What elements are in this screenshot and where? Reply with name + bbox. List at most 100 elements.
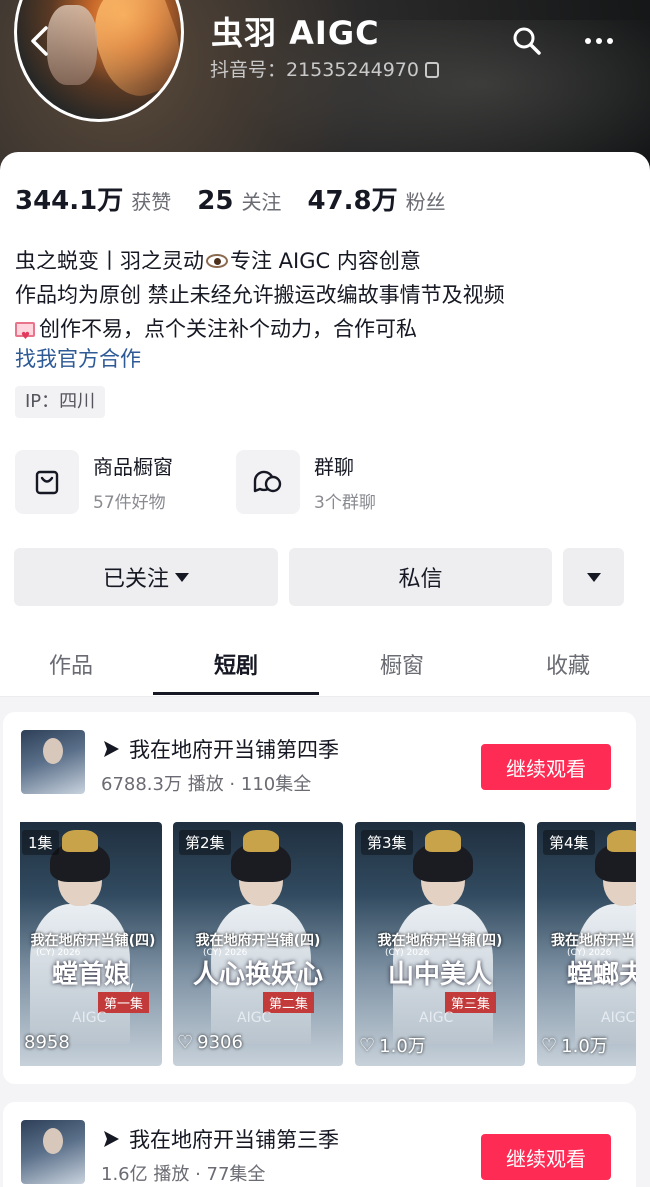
stat-followers-label: 粉丝	[405, 190, 446, 214]
drama-cover[interactable]	[21, 730, 85, 794]
profile-card: 344.1万 获赞 25 关注 47.8万 粉丝 虫之蜕变丨羽之灵动 专注 AIG…	[0, 152, 650, 697]
episode-likes: ♡ 1.0万	[541, 1032, 608, 1058]
episode-series-text: 我在地府开当铺(四)	[377, 933, 503, 949]
episode-likes-count: 1.0万	[561, 1036, 608, 1057]
heart-icon: ♡	[177, 1032, 194, 1053]
heart-icon: ♡	[359, 1034, 376, 1056]
drama-title-text: 我在地府开当铺第三季	[129, 1128, 339, 1152]
douyin-id: 抖音号：21535244970	[210, 55, 439, 82]
copy-icon[interactable]	[424, 62, 439, 78]
episode-subtitle: 山中美人	[387, 960, 492, 990]
episode-subtitle: 人心换妖心	[192, 960, 323, 990]
search-icon[interactable]	[512, 26, 542, 56]
bio-line-1: 虫之蜕变丨羽之灵动 专注 AIGC 内容创意	[15, 244, 505, 278]
profile-tabs: 作品 短剧 橱窗 收藏	[0, 630, 650, 697]
caret-down-icon	[586, 572, 601, 582]
episode-subtitle: 螳首娘	[51, 960, 130, 990]
episode-aigc-mark: AIGC	[419, 1010, 454, 1026]
bio-line-2: 作品均为原创 禁止未经允许搬运改编故事情节及视频	[15, 283, 505, 307]
episode-likes: ♡ 1.0万	[359, 1032, 426, 1058]
bio-line-1b: 专注 AIGC 内容创意	[230, 249, 421, 273]
active-tab-indicator	[153, 692, 319, 695]
feature-showcase[interactable]: 商品橱窗 57件好物	[15, 450, 173, 514]
episode-label: 第2集	[179, 830, 231, 855]
shopping-bag-icon	[15, 450, 79, 514]
stat-following-label: 关注	[241, 190, 282, 214]
stat-likes[interactable]: 344.1万 获赞	[15, 180, 171, 217]
crown-art	[607, 830, 636, 852]
stat-likes-label: 获赞	[131, 190, 172, 214]
episode-aigc-mark: AIGC	[72, 1010, 107, 1026]
episode-label: 第4集	[543, 830, 595, 855]
episode-card[interactable]: 第3集 我在地府开当铺(四) (CY) 2026 山中美人 / 第三集 AIGC…	[355, 822, 525, 1066]
caret-down-icon	[175, 572, 189, 582]
more-actions-button[interactable]	[563, 548, 624, 606]
drama-cover[interactable]	[21, 1120, 85, 1184]
drama-item[interactable]: 我在地府开当铺第三季 1.6亿 播放 · 77集全 继续观看	[3, 1102, 636, 1187]
stat-followers-value: 47.8万	[307, 186, 398, 216]
profile-name: 虫羽 AIGC	[211, 14, 380, 52]
feature-showcase-text: 商品橱窗 57件好物	[93, 451, 173, 513]
avatar[interactable]	[14, 0, 184, 122]
episode-card[interactable]: 1集 我在地府开当铺(四) (CY) 2026 螳首娘 / 第一集 AIGC 8…	[20, 822, 162, 1066]
episode-series-text: 我在地府开当	[551, 933, 635, 949]
eye-emoji-icon	[206, 254, 228, 268]
episode-likes-count: 1.0万	[379, 1036, 426, 1057]
bio-line-3: 创作不易，点个关注补个动力，合作可私	[15, 312, 505, 354]
episode-card[interactable]: 第2集 我在地府开当铺(四) (CY) 2026 人心换妖心 / 第二集 AIG…	[173, 822, 343, 1066]
crown-art	[425, 830, 461, 852]
avatar-figure-art	[47, 5, 97, 85]
feature-group-chat-sub: 3个群聊	[314, 493, 376, 513]
episode-likes: ♡ 9306	[177, 1032, 243, 1053]
episode-series-text: 我在地府开当铺(四)	[195, 933, 321, 949]
more-options-icon[interactable]	[582, 26, 616, 56]
episode-aigc-mark: AIGC	[237, 1010, 272, 1026]
drama-item[interactable]: 我在地府开当铺第四季 6788.3万 播放 · 110集全 继续观看 1集 我在…	[3, 712, 636, 1084]
feature-showcase-sub: 57件好物	[93, 493, 166, 513]
followed-button-label: 已关注	[102, 567, 169, 592]
drama-meta: 1.6亿 播放 · 77集全	[101, 1164, 266, 1185]
back-arrow-icon[interactable]	[26, 22, 52, 60]
drama-title-text: 我在地府开当铺第四季	[129, 738, 339, 762]
feature-group-chat-title: 群聊	[314, 455, 354, 479]
episode-aigc-mark: AIGC	[601, 1010, 636, 1026]
love-letter-emoji-icon	[15, 320, 35, 354]
episode-card[interactable]: 第4集 我在地府开当 (CY) 2026 螳螂夫 / AIGC ♡1.0万	[537, 822, 636, 1066]
douyin-id-text: 抖音号：21535244970	[210, 59, 419, 81]
episode-label: 1集	[22, 830, 59, 855]
continue-watching-button[interactable]: 继续观看	[481, 1134, 611, 1180]
stat-following-value: 25	[197, 186, 234, 216]
episode-strip[interactable]: 1集 我在地府开当铺(四) (CY) 2026 螳首娘 / 第一集 AIGC 8…	[20, 822, 636, 1066]
heart-icon: ♡	[541, 1034, 558, 1056]
profile-header: 虫羽 AIGC 抖音号：21535244970	[0, 0, 650, 175]
episode-likes-count: 8958	[24, 1032, 70, 1053]
official-cooperation-link[interactable]: 找我官方合作	[15, 343, 141, 373]
feature-group-chat-text: 群聊 3个群聊	[314, 451, 376, 513]
tab-works[interactable]: 作品	[0, 648, 154, 680]
crown-art	[62, 830, 98, 852]
tab-favorites[interactable]: 收藏	[485, 648, 650, 680]
drama-title[interactable]: 我在地府开当铺第四季	[101, 734, 339, 764]
continue-watching-button[interactable]: 继续观看	[481, 744, 611, 790]
play-icon	[101, 739, 121, 759]
drama-title[interactable]: 我在地府开当铺第三季	[101, 1124, 339, 1154]
feature-showcase-title: 商品橱窗	[93, 455, 173, 479]
chat-bubbles-icon	[236, 450, 300, 514]
stat-likes-value: 344.1万	[15, 186, 124, 216]
message-button[interactable]: 私信	[289, 548, 552, 606]
stat-followers[interactable]: 47.8万 粉丝	[307, 180, 445, 217]
episode-likes: 8958	[24, 1032, 70, 1053]
crown-art	[243, 830, 279, 852]
episode-likes-count: 9306	[197, 1032, 243, 1053]
followed-button[interactable]: 已关注	[14, 548, 278, 606]
episode-subtitle: 螳螂夫	[567, 960, 636, 990]
bio-line-3-text: 创作不易，点个关注补个动力，合作可私	[39, 317, 417, 341]
feature-group-chat[interactable]: 群聊 3个群聊	[236, 450, 376, 514]
episode-series-text: 我在地府开当铺(四)	[30, 933, 156, 949]
tab-short-drama[interactable]: 短剧	[153, 648, 319, 680]
profile-bio: 虫之蜕变丨羽之灵动 专注 AIGC 内容创意 作品均为原创 禁止未经允许搬运改编故…	[15, 244, 505, 354]
stat-following[interactable]: 25 关注	[197, 186, 281, 216]
profile-stats: 344.1万 获赞 25 关注 47.8万 粉丝	[15, 180, 472, 217]
ip-location-tag: IP：四川	[15, 386, 106, 418]
tab-showcase[interactable]: 橱窗	[319, 648, 485, 680]
